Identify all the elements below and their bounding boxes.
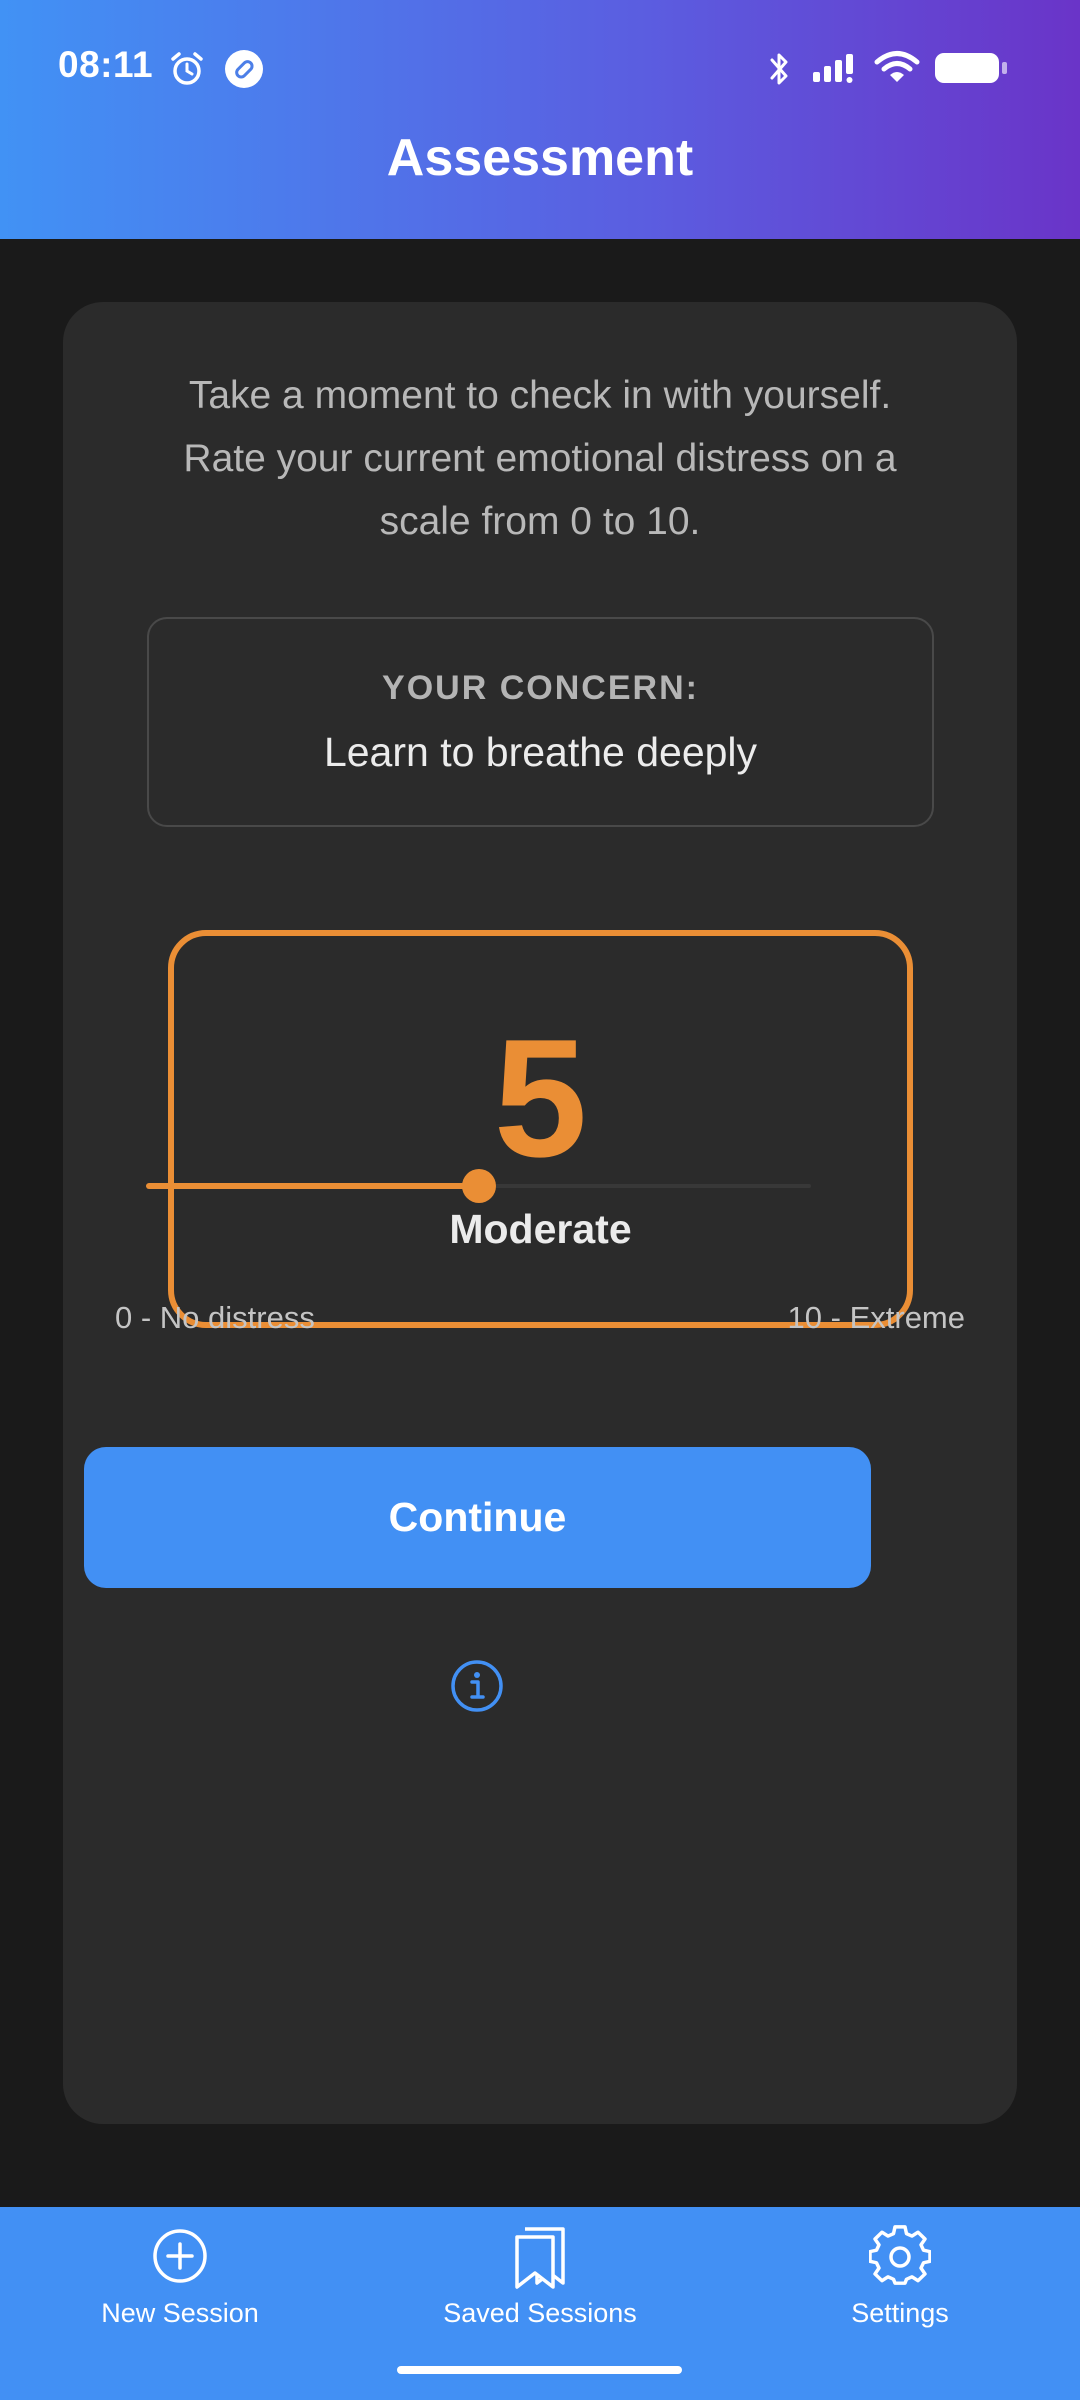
page-title: Assessment xyxy=(386,129,694,187)
alarm-icon xyxy=(171,52,203,85)
nav-item-new-session[interactable]: New Session xyxy=(60,2207,300,2400)
gear-icon xyxy=(869,2225,931,2285)
nav-item-settings[interactable]: Settings xyxy=(780,2207,1020,2400)
distress-score-label: Moderate xyxy=(449,1206,632,1252)
concern-box: YOUR CONCERN: Learn to breathe deeply xyxy=(147,617,934,827)
app-notification-icon xyxy=(225,50,263,88)
nav-label-saved-sessions: Saved Sessions xyxy=(443,2298,637,2328)
signal-icon xyxy=(813,54,853,83)
wifi-icon xyxy=(874,51,920,82)
nav-label-settings: Settings xyxy=(851,2298,949,2328)
continue-button[interactable]: Continue xyxy=(84,1447,871,1588)
status-time: 08:11 xyxy=(58,44,154,85)
bluetooth-icon xyxy=(770,53,788,85)
assessment-card: Take a moment to check in with yourself.… xyxy=(63,302,1017,2124)
battery-icon xyxy=(935,53,1007,83)
bookmark-icon xyxy=(515,2227,565,2289)
intro-text: Take a moment to check in with yourself.… xyxy=(183,374,897,543)
distress-score-display: 5 Moderate xyxy=(168,930,913,1328)
distress-score-value: 5 xyxy=(493,1004,588,1192)
distress-slider[interactable] xyxy=(146,1166,811,1206)
slider-thumb[interactable] xyxy=(461,1169,496,1203)
concern-label: YOUR CONCERN: xyxy=(382,669,699,707)
scale-max-label: 10 - Extreme xyxy=(787,1300,965,1335)
plus-circle-icon xyxy=(153,2229,207,2283)
slider-fill xyxy=(146,1183,479,1189)
nav-label-new-session: New Session xyxy=(101,2298,259,2328)
status-bar: 08:11 xyxy=(0,0,1080,136)
scale-min-label: 0 - No distress xyxy=(115,1300,315,1335)
home-indicator xyxy=(397,2366,682,2374)
info-icon[interactable] xyxy=(449,1658,505,1714)
concern-value: Learn to breathe deeply xyxy=(323,729,758,775)
app-header: 08:11 Assessment xyxy=(0,0,1080,239)
